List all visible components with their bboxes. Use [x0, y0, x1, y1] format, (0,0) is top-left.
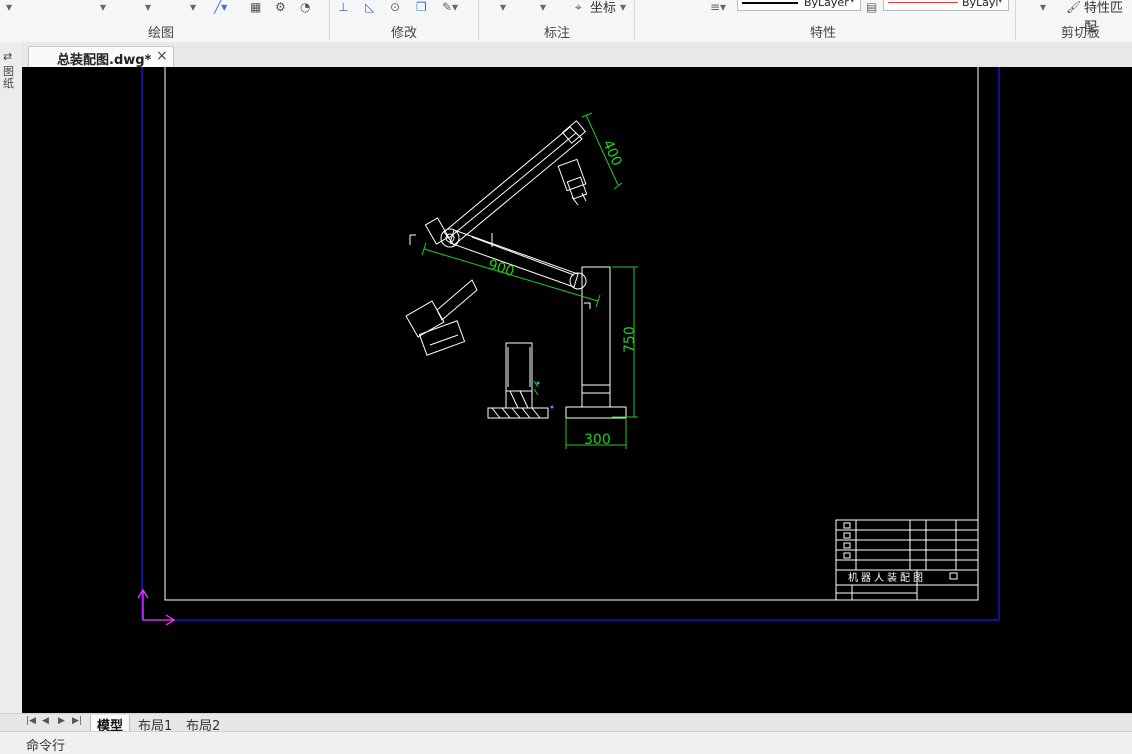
region-tool-icon[interactable]: ⚙ [275, 0, 286, 14]
dim-base: 300 [584, 432, 611, 448]
group-label-annotate: 标注 [544, 26, 571, 41]
document-tab[interactable]: 总装配图.dwg* × [28, 46, 174, 68]
linetype-select-value: ByLayl [962, 0, 999, 9]
small-part [505, 342, 533, 392]
dim-column: 750 [622, 326, 638, 353]
stretch-tool-icon[interactable]: ◺ [365, 0, 374, 14]
draw-dropdown-icon[interactable]: ▾ [6, 0, 12, 14]
coordinate-icon[interactable]: ⌖ [575, 0, 582, 15]
column-base [565, 406, 627, 419]
color-swatch [742, 2, 798, 4]
title-block-name: 机器人装配图 [848, 571, 926, 584]
group-divider [478, 0, 479, 40]
close-icon[interactable]: × [156, 48, 168, 64]
layout-tab-bar: |◀ ◀ ▶ ▶| 模型 布局1 布局2 [0, 713, 1132, 735]
drawing-svg: 400 900 750 300 机器人装配图 [137, 67, 1000, 626]
linetype-icon[interactable]: ▤ [866, 0, 877, 14]
command-line-label: 命令行 [26, 739, 66, 754]
edit-tool-icon[interactable]: ✎▾ [442, 0, 458, 14]
group-label-properties: 特性 [810, 26, 837, 41]
dim-lower-arm: 900 [486, 257, 516, 280]
draw-dropdown-icon[interactable]: ▾ [190, 0, 196, 14]
rotate-tool-icon[interactable]: ⊙ [390, 0, 400, 14]
drawing-canvas[interactable]: 400 900 750 300 机器人装配图 [22, 67, 1132, 713]
group-divider [1015, 0, 1016, 40]
column-body [581, 266, 611, 408]
dimensions [421, 112, 638, 449]
color-select[interactable]: ByLayer ▾ [737, 0, 861, 11]
left-panel-bar: ⇄ 图纸 [0, 42, 22, 714]
command-line-bar[interactable]: 命令行 [0, 731, 1132, 754]
document-tab-title: 总装配图.dwg* [57, 53, 152, 68]
copy-tool-icon[interactable]: ❐ [416, 0, 427, 14]
dimension-dropdown-icon[interactable]: ▾ [540, 0, 546, 14]
linetype-select[interactable]: ByLayl ▾ [883, 0, 1009, 11]
dimension-dropdown-icon[interactable]: ▾ [500, 0, 506, 14]
ribbon: ▾ ▾ ▾ ▾ ╱▾ ▦ ⚙ ◔ 绘图 ⊥ ◺ ⊙ ❐ ✎▾ 修改 ▾ ▾ ⌖ … [0, 0, 1132, 43]
prev-layout-icon[interactable]: ◀ [42, 716, 49, 726]
group-label-draw: 绘图 [148, 26, 175, 41]
group-divider [634, 0, 635, 40]
draw-dropdown-icon[interactable]: ▾ [145, 0, 151, 14]
match-properties-icon[interactable]: 🖌 [1066, 0, 1081, 14]
group-divider [329, 0, 330, 40]
lineweight-icon[interactable]: ≡▾ [710, 0, 726, 14]
chevron-down-icon: ▾ [850, 0, 855, 6]
first-layout-icon[interactable]: |◀ [26, 716, 36, 726]
draw-dropdown-icon[interactable]: ▾ [100, 0, 106, 14]
robot-assembly-drawing [405, 120, 627, 419]
panel-toggle-icon[interactable]: ⇄ [3, 50, 12, 63]
ucs-icon [137, 588, 176, 626]
line-tool-icon[interactable]: ╱▾ [214, 0, 227, 14]
sheet-panel-label[interactable]: 图纸 [3, 66, 15, 90]
title-block [835, 519, 979, 601]
linetype-swatch [888, 2, 958, 3]
paper-border [141, 67, 1000, 621]
next-layout-icon[interactable]: ▶ [58, 716, 65, 726]
boundary-tool-icon[interactable]: ◔ [300, 0, 310, 14]
last-layout-icon[interactable]: ▶| [72, 716, 82, 726]
color-select-value: ByLayer [804, 0, 849, 9]
mirror-tool-icon[interactable]: ⊥ [338, 0, 348, 14]
chevron-down-icon: ▾ [998, 0, 1003, 6]
coordinate-dropdown-icon[interactable]: ▾ [620, 0, 626, 14]
lower-arm-link [449, 229, 579, 288]
coordinate-button[interactable]: 坐标 [590, 0, 616, 16]
group-label-clipboard: 剪切板 [1061, 26, 1101, 41]
hatch-tool-icon[interactable]: ▦ [250, 0, 261, 14]
paste-dropdown-icon[interactable]: ▾ [1040, 0, 1046, 14]
group-label-modify: 修改 [391, 26, 418, 41]
